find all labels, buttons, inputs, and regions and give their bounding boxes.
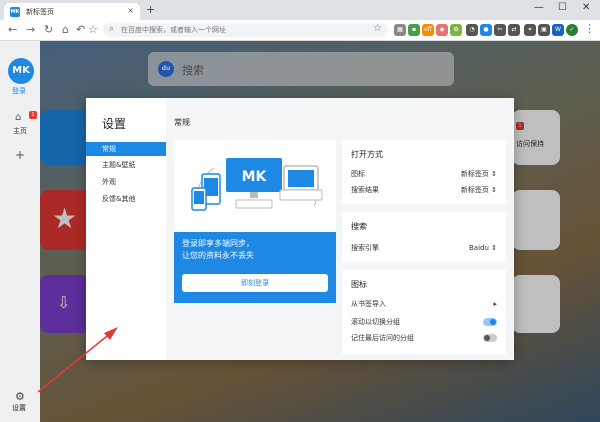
remember-group-row: 记住最后访问的分组: [351, 332, 497, 344]
search-settings-card: 搜索 搜索引擎 Baidu ⇕: [342, 212, 506, 262]
off-extension-icon[interactable]: off: [422, 24, 434, 36]
remember-group-toggle[interactable]: [483, 334, 497, 342]
search-engine-select[interactable]: Baidu ⇕: [469, 242, 497, 254]
svg-text:MK: MK: [242, 169, 268, 185]
gear-icon: ⚙: [15, 390, 25, 403]
icon-open-select[interactable]: 新标签页 ⇕: [461, 168, 497, 180]
settings-sidebar: 设置 常规 主题&壁纸 外观 反馈&其他: [86, 98, 166, 360]
dialog-title: 设置: [102, 117, 127, 131]
back-arrow-icon[interactable]: ←: [8, 23, 17, 36]
search-engine-label: 搜索引擎: [351, 244, 379, 252]
scroll-switch-label: 滚动以切换分组: [351, 318, 400, 326]
login-now-button[interactable]: 即刻登录: [182, 274, 328, 292]
left-sidebar: [0, 41, 40, 422]
globe-extension-icon[interactable]: ●: [480, 24, 492, 36]
gauge-extension-icon[interactable]: ◔: [466, 24, 478, 36]
settings-content: 常规 MK 登录即享多端同步， 让您的资料永不丢失 即刻登录 打开方式 图标 新…: [166, 98, 514, 360]
home-label: 主页: [13, 127, 27, 135]
search-icon: ⌕: [109, 24, 115, 34]
search-result-open-select[interactable]: 新标签页 ⇕: [461, 184, 497, 196]
browser-toolbar: ← → ↻ ⌂ ↶ ☆ ⌕ ☆ ▦ ▪ off ◆ ✿ ◔ ● ✂ ⇄ ⌗ ▣ …: [0, 20, 600, 41]
settings-button[interactable]: ⚙ 设置: [10, 390, 34, 416]
word-extension-icon[interactable]: W: [552, 24, 564, 36]
toggle-knob: [484, 335, 490, 341]
maximize-button[interactable]: ☐: [558, 2, 567, 13]
new-tab-button[interactable]: +: [146, 3, 155, 16]
scroll-switch-row: 滚动以切换分组: [351, 316, 497, 328]
settings-label: 设置: [12, 404, 26, 412]
home-icon[interactable]: ⌂: [62, 23, 69, 36]
login-promo-banner: 登录即享多端同步， 让您的资料永不丢失 即刻登录: [174, 232, 336, 303]
green-extension-icon[interactable]: ▪: [408, 24, 420, 36]
chevron-right-icon: ▸: [493, 300, 497, 308]
add-group-button[interactable]: +: [15, 148, 25, 162]
menu-general[interactable]: 常规: [86, 142, 166, 156]
mk-favicon-icon: MK: [10, 7, 20, 17]
settings-dialog: × 设置 常规 主题&壁纸 外观 反馈&其他 常规 MK: [86, 98, 514, 360]
title-bar: MK 新标签页 × + — ☐ ✕: [0, 0, 600, 20]
tab-close-icon[interactable]: ×: [127, 6, 134, 15]
remember-group-label: 记住最后访问的分组: [351, 334, 414, 342]
crop-extension-icon[interactable]: ⌗: [524, 24, 536, 36]
icon-open-row[interactable]: 图标 新标签页 ⇕: [351, 168, 497, 180]
bookmark-star-icon[interactable]: ☆: [88, 23, 98, 36]
icon-open-label: 图标: [351, 170, 365, 178]
tab-new-tab[interactable]: MK 新标签页 ×: [4, 3, 140, 20]
open-mode-card: 打开方式 图标 新标签页 ⇕ 搜索结果 新标签页 ⇕: [342, 140, 506, 204]
icon-settings-title: 图标: [351, 280, 367, 289]
search-settings-title: 搜索: [351, 222, 367, 231]
house-icon: ⌂: [15, 112, 22, 123]
search-result-open-row[interactable]: 搜索结果 新标签页 ⇕: [351, 184, 497, 196]
minimize-button[interactable]: —: [534, 2, 544, 13]
reload-icon[interactable]: ↻: [44, 23, 53, 36]
section-title: 常规: [174, 118, 190, 127]
home-group-button[interactable]: ⌂ 1 主页: [6, 110, 37, 140]
screenshot-extension-icon[interactable]: ▣: [538, 24, 550, 36]
grid-extension-icon[interactable]: ▦: [394, 24, 406, 36]
avatar[interactable]: MK: [8, 58, 34, 84]
promo-line-1: 登录即享多端同步，: [182, 239, 254, 248]
scissors-extension-icon[interactable]: ✂: [494, 24, 506, 36]
home-badge: 1: [29, 111, 37, 119]
toggle-knob: [490, 319, 496, 325]
search-result-open-label: 搜索结果: [351, 186, 379, 194]
menu-feedback[interactable]: 反馈&其他: [86, 192, 166, 206]
search-engine-row[interactable]: 搜索引擎 Baidu ⇕: [351, 242, 497, 254]
close-window-button[interactable]: ✕: [582, 2, 590, 13]
tab-title: 新标签页: [26, 8, 54, 16]
scroll-switch-toggle[interactable]: [483, 318, 497, 326]
sync-extension-icon[interactable]: ⇄: [508, 24, 520, 36]
promo-line-2: 让您的资料永不丢失: [182, 251, 254, 260]
devices-illustration: MK: [174, 140, 336, 232]
address-input[interactable]: [121, 24, 361, 36]
shield-extension-icon[interactable]: ◆: [436, 24, 448, 36]
profile-avatar-icon[interactable]: ✓: [566, 24, 578, 36]
login-link[interactable]: 登录: [12, 86, 26, 96]
address-bar[interactable]: ⌕ ☆: [103, 23, 388, 37]
star-icon[interactable]: ☆: [373, 23, 382, 34]
import-bookmarks-label: 从书签导入: [351, 300, 386, 308]
undo-icon[interactable]: ↶: [76, 23, 85, 36]
open-mode-title: 打开方式: [351, 150, 383, 159]
menu-theme-wallpaper[interactable]: 主题&壁纸: [86, 158, 166, 172]
icon-settings-card: 图标 从书签导入 ▸ 滚动以切换分组 记住最后访问的分组: [342, 270, 506, 354]
promo-text: 登录即享多端同步， 让您的资料永不丢失: [182, 238, 254, 262]
forward-arrow-icon[interactable]: →: [26, 23, 35, 36]
login-promo-card: MK 登录即享多端同步， 让您的资料永不丢失 即刻登录: [174, 140, 336, 303]
leaf-extension-icon[interactable]: ✿: [450, 24, 462, 36]
menu-appearance[interactable]: 外观: [86, 175, 166, 189]
import-bookmarks-row[interactable]: 从书签导入 ▸: [351, 298, 497, 310]
menu-icon[interactable]: ⋮: [584, 22, 595, 35]
sync-devices-icon: MK: [191, 158, 323, 211]
